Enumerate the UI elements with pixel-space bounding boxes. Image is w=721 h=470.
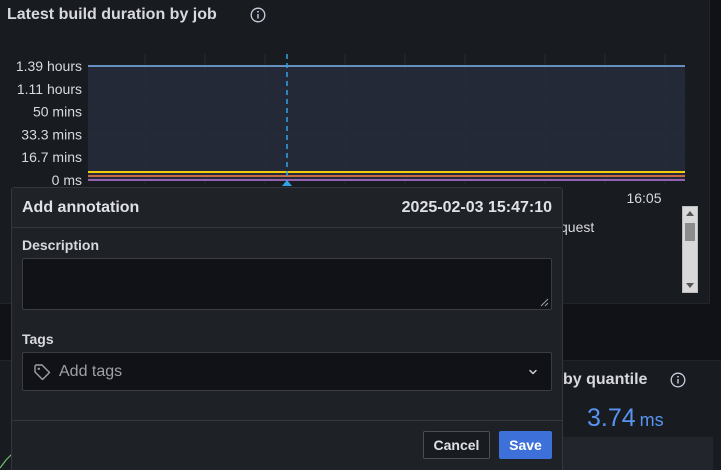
popover-header: Add annotation 2025-02-03 15:47:10 — [12, 188, 562, 228]
description-textarea[interactable] — [22, 258, 552, 310]
y-tick-label: 1.11 hours — [17, 81, 82, 97]
tags-placeholder: Add tags — [59, 363, 123, 380]
resize-grip-icon[interactable] — [540, 298, 549, 307]
y-tick-label: 0 ms — [52, 172, 82, 188]
y-tick-label: 1.39 hours — [16, 58, 82, 74]
y-tick-label: 33.3 mins — [21, 126, 82, 142]
tags-input[interactable]: Add tags — [22, 352, 552, 391]
stat-unit: ms — [639, 410, 664, 430]
stat-sparkline-band — [563, 437, 713, 470]
annotation-timestamp: 2025-02-03 15:47:10 — [401, 199, 552, 216]
y-tick-label: 50 mins — [33, 104, 82, 120]
stat-number: 3.74 — [587, 404, 636, 432]
scroll-down-arrow[interactable] — [686, 283, 694, 288]
x-tick-label: 16:05 — [626, 190, 661, 206]
add-annotation-popover: Add annotation 2025-02-03 15:47:10 Descr… — [11, 187, 563, 470]
scroll-thumb[interactable] — [685, 223, 695, 241]
footer-divider — [12, 420, 562, 421]
popover-title: Add annotation — [22, 199, 140, 216]
scroll-up-arrow[interactable] — [686, 211, 694, 216]
info-icon[interactable] — [670, 372, 686, 388]
y-tick-label: 16.7 mins — [21, 149, 82, 165]
save-button[interactable]: Save — [499, 431, 552, 459]
legend-scrollbar[interactable] — [682, 206, 698, 293]
series-area — [88, 66, 685, 181]
chevron-down-icon[interactable] — [527, 366, 539, 378]
tag-icon — [34, 364, 51, 381]
cancel-button[interactable]: Cancel — [423, 431, 490, 459]
quantile-panel-title: by quantile — [563, 371, 648, 388]
tags-label: Tags — [22, 331, 54, 347]
legend-item-label[interactable]: quest — [560, 219, 594, 235]
stat-value: 3.74 ms — [587, 404, 664, 433]
description-label: Description — [22, 237, 100, 253]
